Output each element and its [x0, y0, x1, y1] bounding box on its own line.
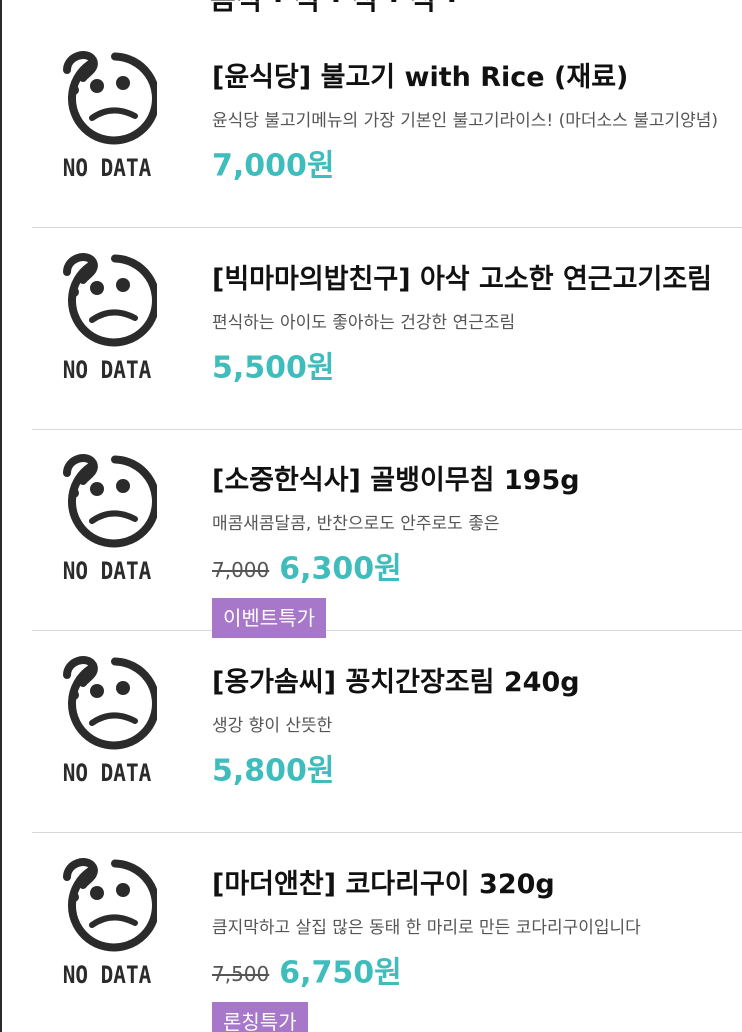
price-row: 7,000원 [212, 144, 335, 188]
confused-face-icon [63, 51, 157, 145]
product-thumbnail[interactable]: NO DATA [32, 631, 182, 811]
sale-price: 5,800원 [212, 753, 335, 789]
no-data-label: NO DATA [62, 759, 152, 787]
product-thumbnail[interactable]: NO DATA [32, 429, 182, 609]
product-thumbnail[interactable]: NO DATA [32, 26, 182, 206]
product-description: 매콤새콤달콤, 반찬으로도 안주로도 좋은 [212, 514, 500, 534]
product-description: 생강 향이 산뜻한 [212, 716, 333, 736]
price-row: 7,500 6,750원 [212, 951, 402, 995]
confused-face-icon [63, 253, 157, 347]
promo-badge: 론칭특가 [212, 1002, 308, 1032]
product-list-item[interactable]: NO DATA [윤식당] 불고기 with Rice (재료) 윤식당 불고기… [32, 26, 742, 228]
product-description: 윤식당 불고기메뉴의 가장 기본인 불고기라이스! (마더소스 불고기양념) [212, 111, 719, 131]
product-list-item[interactable]: NO DATA [옹가솜씨] 꽁치간장조림 240g 생강 향이 산뜻한 5,8… [32, 631, 742, 833]
price-row: 5,800원 [212, 749, 335, 793]
product-thumbnail[interactable]: NO DATA [32, 228, 182, 408]
sale-price: 5,500원 [212, 350, 335, 386]
price-row: 5,500원 [212, 346, 335, 390]
sale-price: 6,300원 [279, 551, 402, 587]
product-title[interactable]: [빅마마의밥친구] 아삭 고소한 연근고기조림 [212, 262, 738, 298]
no-data-label: NO DATA [62, 557, 152, 585]
product-description: 편식하는 아이도 좋아하는 건강한 연근조림 [212, 313, 516, 333]
product-description: 큼지막하고 살집 많은 동태 한 마리로 만든 코다리구이입니다 [212, 918, 641, 938]
confused-face-icon [63, 454, 157, 548]
product-title[interactable]: [옹가솜씨] 꽁치간장조림 240g [212, 665, 738, 701]
price-row: 7,000 6,300원 [212, 547, 402, 591]
product-title[interactable]: [마더앤찬] 코다리구이 320g [212, 867, 738, 903]
no-data-label: NO DATA [62, 154, 152, 182]
product-list-item[interactable]: NO DATA [마더앤찬] 코다리구이 320g 큼지막하고 살집 많은 동태… [32, 833, 742, 1032]
previous-item-cut-text: 음식 · 식 · 식 · 식 · [210, 0, 458, 18]
product-title[interactable]: [윤식당] 불고기 with Rice (재료) [212, 60, 738, 96]
product-list-item[interactable]: NO DATA [빅마마의밥친구] 아삭 고소한 연근고기조림 편식하는 아이도… [32, 228, 742, 430]
product-list-page: 음식 · 식 · 식 · 식 · NO DATA [윤식당] 불고기 with … [0, 0, 742, 1032]
left-edge-divider [0, 0, 2, 1032]
original-price: 7,500 [212, 961, 270, 986]
confused-face-icon [63, 858, 157, 952]
sale-price: 7,000원 [212, 148, 335, 184]
product-thumbnail[interactable]: NO DATA [32, 833, 182, 1013]
no-data-label: NO DATA [62, 356, 152, 384]
product-list-item[interactable]: NO DATA [소중한식사] 골뱅이무침 195g 매콤새콤달콤, 반찬으로도… [32, 429, 742, 638]
product-title[interactable]: [소중한식사] 골뱅이무침 195g [212, 463, 738, 499]
sale-price: 6,750원 [279, 955, 402, 991]
original-price: 7,000 [212, 557, 270, 582]
confused-face-icon [63, 656, 157, 750]
no-data-label: NO DATA [62, 961, 152, 989]
